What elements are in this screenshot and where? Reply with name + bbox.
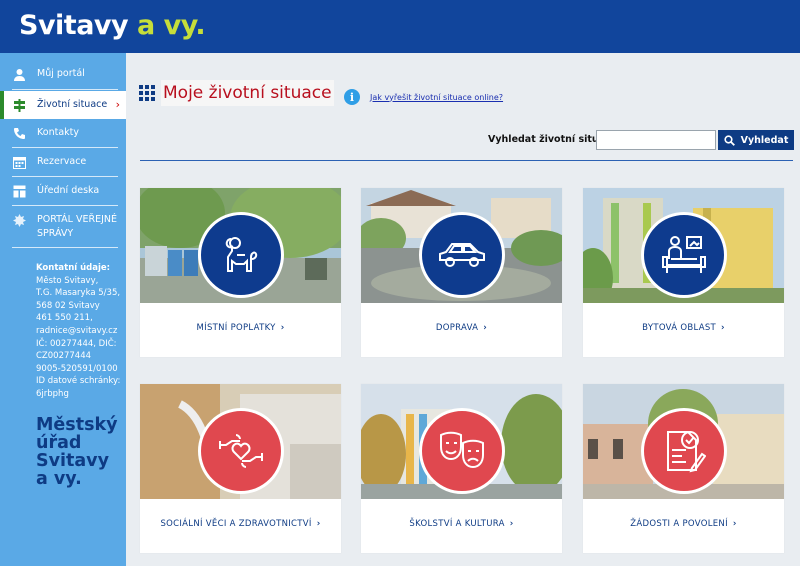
chevron-right-icon: › xyxy=(483,323,488,333)
card-photo xyxy=(140,384,341,499)
card-label: DOPRAVA › xyxy=(361,323,562,333)
sidebar-item-label: Životní situace xyxy=(37,99,108,110)
divider xyxy=(12,247,118,248)
help-link-wrap: i Jak vyřešit životní situace online? xyxy=(344,89,503,105)
chevron-right-icon: › xyxy=(280,323,285,333)
card-label: MÍSTNÍ POPLATKY › xyxy=(140,323,341,333)
grid-icon xyxy=(139,85,155,101)
card-label-text: SOCIÁLNÍ VĚCI A ZDRAVOTNICTVÍ xyxy=(160,519,312,529)
home-desk-icon xyxy=(641,212,727,298)
card-label-text: MÍSTNÍ POPLATKY xyxy=(196,323,276,333)
card-housing[interactable]: BYTOVÁ OBLAST › xyxy=(583,188,784,357)
contact-phone[interactable]: 461 550 211, xyxy=(36,313,93,323)
search-icon xyxy=(724,134,735,146)
emblem-icon xyxy=(12,213,26,227)
contact-line: T.G. Masaryka 5/35, xyxy=(36,288,121,299)
logo-accent: a vy. xyxy=(137,10,206,41)
card-label: BYTOVÁ OBLAST › xyxy=(583,323,784,333)
board-icon xyxy=(12,184,26,198)
page-title: Moje životní situace xyxy=(161,80,334,106)
sidebar-item-label: Můj portál xyxy=(37,68,85,79)
divider xyxy=(12,205,118,206)
contact-heading: Kontatní údaje: xyxy=(36,263,111,273)
contact-line: ID datové schránky: xyxy=(36,376,121,387)
card-label-text: ŽÁDOSTI A POVOLENÍ xyxy=(630,519,728,529)
card-photo xyxy=(583,384,784,499)
logo-line: Městský xyxy=(36,415,118,435)
card-education-culture[interactable]: ŠKOLSTVÍ A KULTURA › xyxy=(361,384,562,553)
logo-main: Svitavy xyxy=(19,10,129,41)
car-icon xyxy=(419,212,505,298)
chevron-right-icon: › xyxy=(115,98,120,111)
contact-line: 568 02 Svitavy xyxy=(36,300,100,311)
sidebar-item-reservations[interactable]: Rezervace xyxy=(0,155,126,173)
municipal-office-logo: Městský úřad Svitavy a vy. xyxy=(36,416,118,488)
chevron-right-icon: › xyxy=(721,323,725,333)
card-local-fees[interactable]: MÍSTNÍ POPLATKY › xyxy=(140,188,341,357)
card-social-health[interactable]: SOCIÁLNÍ VĚCI A ZDRAVOTNICTVÍ › xyxy=(140,384,341,553)
sidebar-item-official-board[interactable]: Úřední deska xyxy=(0,184,126,202)
sidebar-item-label: Rezervace xyxy=(37,156,87,167)
phone-icon xyxy=(12,126,26,140)
logo-line: Svitavy xyxy=(36,451,109,471)
sidebar-item-label: PORTÁL VEŘEJNÉ SPRÁVY xyxy=(37,214,118,239)
card-label-text: BYTOVÁ OBLAST xyxy=(642,323,717,333)
sidebar-item-life-situations[interactable]: Životní situace › xyxy=(0,91,126,119)
card-label-text: ŠKOLSTVÍ A KULTURA xyxy=(409,519,505,529)
sidebar-item-public-admin-portal[interactable]: PORTÁL VEŘEJNÉ SPRÁVY xyxy=(0,213,126,243)
divider xyxy=(12,147,118,148)
contact-line: 9005-520591/0100 xyxy=(36,363,118,374)
hands-heart-icon xyxy=(198,408,284,494)
search-input[interactable] xyxy=(596,130,716,150)
search-button[interactable]: Vyhledat xyxy=(718,130,794,150)
header: Svitavy a vy. xyxy=(0,0,800,53)
sidebar-item-contacts[interactable]: Kontakty xyxy=(0,126,126,144)
chevron-right-icon: › xyxy=(732,519,737,529)
contact-line: Město Svitavy, xyxy=(36,275,99,286)
logo-line: a vy. xyxy=(36,469,82,489)
sidebar-item-label: Kontakty xyxy=(37,127,79,138)
contact-info: Kontatní údaje: Město Svitavy, T.G. Masa… xyxy=(36,262,126,401)
divider xyxy=(12,176,118,177)
help-link[interactable]: Jak vyřešit životní situace online? xyxy=(370,93,503,102)
card-label-text: DOPRAVA xyxy=(435,323,479,333)
card-requests-permits[interactable]: ŽÁDOSTI A POVOLENÍ › xyxy=(583,384,784,553)
document-approved-icon xyxy=(641,408,727,494)
card-photo xyxy=(140,188,341,303)
sidebar-item-my-portal[interactable]: Můj portál xyxy=(0,67,126,85)
card-photo xyxy=(361,188,562,303)
card-label: SOCIÁLNÍ VĚCI A ZDRAVOTNICTVÍ › xyxy=(140,519,341,529)
divider xyxy=(140,160,793,161)
chevron-right-icon: › xyxy=(509,519,514,529)
user-icon xyxy=(12,67,26,81)
contact-line: CZ00277444 xyxy=(36,351,92,362)
card-label: ŠKOLSTVÍ A KULTURA › xyxy=(361,519,562,529)
contact-line: 6jrbphg xyxy=(36,388,69,399)
card-label: ŽÁDOSTI A POVOLENÍ › xyxy=(583,519,784,529)
card-photo xyxy=(583,188,784,303)
divider xyxy=(12,89,118,90)
chevron-right-icon: › xyxy=(316,519,321,529)
contact-email[interactable]: radnice@svitavy.cz xyxy=(36,326,117,336)
logo-line: úřad xyxy=(36,433,82,453)
signpost-icon xyxy=(12,98,26,112)
card-photo xyxy=(361,384,562,499)
dog-icon xyxy=(198,212,284,298)
sidebar: Můj portál Životní situace › Kontakty Re… xyxy=(0,53,126,566)
theater-masks-icon xyxy=(419,408,505,494)
search-button-label: Vyhledat xyxy=(740,134,789,146)
info-icon: i xyxy=(344,89,360,105)
site-logo[interactable]: Svitavy a vy. xyxy=(19,10,206,41)
page-heading: Moje životní situace xyxy=(139,80,334,106)
calendar-icon xyxy=(12,155,26,169)
sidebar-item-label: Úřední deska xyxy=(37,185,100,196)
contact-line: IČ: 00277444, DIČ: xyxy=(36,338,117,349)
card-transport[interactable]: DOPRAVA › xyxy=(361,188,562,357)
